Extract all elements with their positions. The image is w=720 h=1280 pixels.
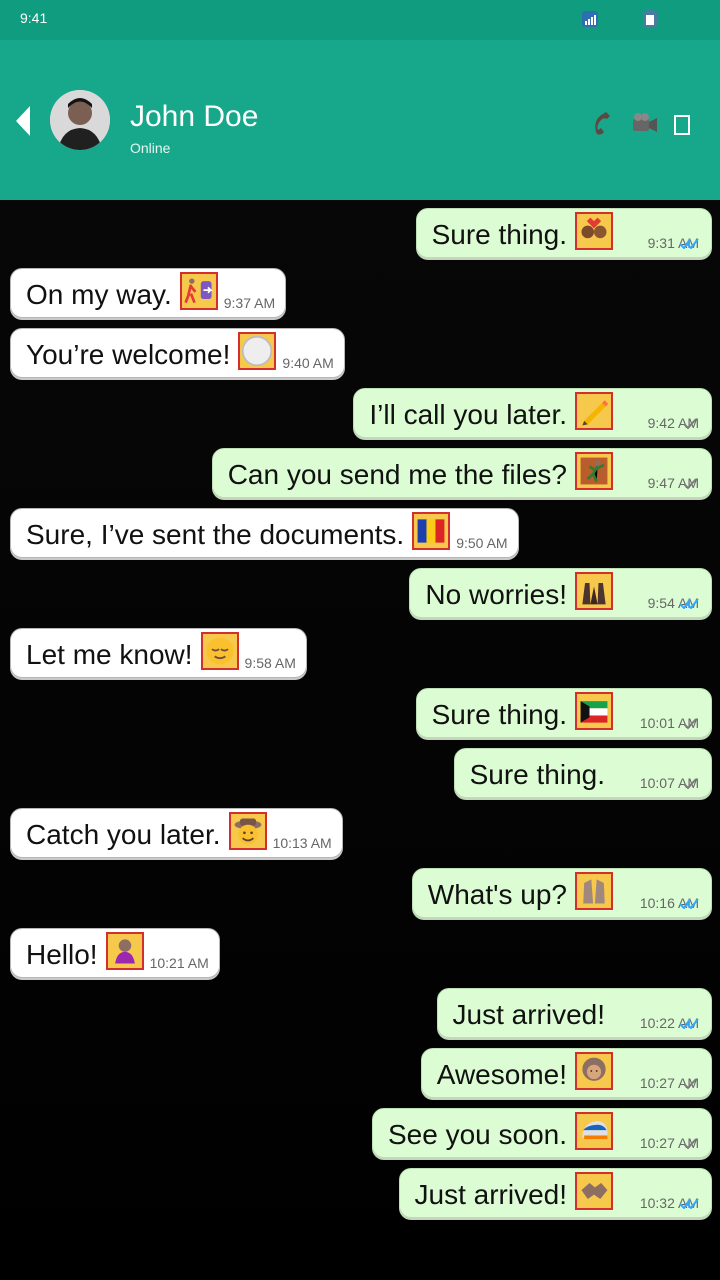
person-walking-right-emoji-icon xyxy=(179,272,218,310)
signal-icon xyxy=(582,11,598,27)
incoming-message: Hello! 10:21 AM xyxy=(10,928,220,978)
cowboy-face-emoji-icon xyxy=(234,818,261,845)
message-text: Awesome! xyxy=(436,1059,567,1090)
message-text: Hello! xyxy=(26,939,98,970)
person-walking-right-emoji-icon xyxy=(184,278,213,304)
message-text: Just arrived! xyxy=(452,999,606,1030)
message-text: No worries! xyxy=(425,579,567,610)
message-time: 9:50 AM xyxy=(456,535,508,551)
message-text: Can you send me the files? xyxy=(227,459,567,490)
outgoing-message: No worries! 9:54 AM xyxy=(409,568,712,618)
battery-icon xyxy=(643,9,657,27)
outgoing-message: What's up? 10:16 AM xyxy=(411,868,712,918)
message-time: 9:40 AM xyxy=(282,355,334,371)
handshake-emoji-icon xyxy=(575,1172,613,1210)
outgoing-message: Sure thing. 9:31 AM xyxy=(415,208,712,258)
back-arrow-icon[interactable] xyxy=(12,104,36,138)
palms-up-together-emoji-icon xyxy=(575,572,613,610)
menu-icon[interactable] xyxy=(672,110,702,140)
contact-status: Online xyxy=(130,140,171,156)
flag-kuwait-emoji-icon xyxy=(575,692,613,730)
outgoing-message: Awesome! 10:27 AM xyxy=(420,1048,712,1098)
flag-romania-emoji-icon xyxy=(417,519,445,543)
person-climbing-emoji-icon xyxy=(575,452,613,490)
incoming-message: On my way. 9:37 AM xyxy=(10,268,287,318)
raised-hands-emoji-icon xyxy=(583,879,605,904)
raised-hands-emoji-icon xyxy=(575,872,613,910)
woman-emoji-icon xyxy=(582,1057,606,1081)
message-text: Sure thing. xyxy=(431,699,567,730)
outgoing-message: Just arrived! 10:32 AM xyxy=(398,1168,712,1218)
outgoing-message: Sure thing. 10:01 AM xyxy=(415,688,712,738)
message-text: Just arrived! xyxy=(414,1179,568,1210)
flag-romania-emoji-icon xyxy=(412,512,451,550)
message-text: Catch you later. xyxy=(26,819,221,850)
message-text: On my way. xyxy=(26,279,172,310)
read-receipt-icon xyxy=(679,1018,699,1029)
pencil-emoji-icon xyxy=(582,400,609,426)
sent-tick-icon xyxy=(683,778,697,789)
person-bowing-emoji-icon xyxy=(105,932,144,970)
sent-tick-icon xyxy=(683,478,697,489)
message-time: 9:58 AM xyxy=(244,655,296,671)
message-time: 10:21 AM xyxy=(149,955,209,971)
flag-kuwait-emoji-icon xyxy=(580,701,608,723)
outgoing-message: See you soon. 10:27 AM xyxy=(371,1108,712,1158)
palms-up-together-emoji-icon xyxy=(582,582,606,605)
contact-name[interactable]: John Doe xyxy=(130,100,258,134)
message-text: Let me know! xyxy=(26,639,193,670)
read-receipt-icon xyxy=(679,238,699,249)
outgoing-message: Can you send me the files? 9:47 AM xyxy=(211,448,712,498)
sent-tick-icon xyxy=(683,1138,697,1149)
message-text: See you soon. xyxy=(387,1119,567,1150)
outgoing-message: Sure thing. 10:07 AM xyxy=(453,748,712,798)
pencil-emoji-icon xyxy=(575,392,613,430)
high-speed-train-emoji-icon xyxy=(582,1121,608,1140)
message-text: Sure thing. xyxy=(469,759,605,790)
relieved-face-emoji-icon xyxy=(200,632,239,670)
message-text: Sure, I’ve sent the documents. xyxy=(26,519,405,550)
white-circle-emoji-icon xyxy=(238,332,277,370)
read-receipt-icon xyxy=(679,598,699,609)
high-speed-train-emoji-icon xyxy=(575,1112,613,1150)
message-text: What's up? xyxy=(427,879,567,910)
white-circle-emoji-icon xyxy=(242,335,273,367)
woman-emoji-icon xyxy=(575,1052,613,1090)
incoming-message: Let me know! 9:58 AM xyxy=(10,628,307,678)
video-camera-icon[interactable] xyxy=(630,110,660,140)
couple-with-heart-emoji-icon xyxy=(581,217,607,239)
avatar[interactable] xyxy=(50,90,110,150)
read-receipt-icon xyxy=(679,1198,699,1209)
avatar-image xyxy=(50,90,110,150)
incoming-message: Catch you later. 10:13 AM xyxy=(10,808,343,858)
message-time: 10:13 AM xyxy=(272,835,332,851)
person-bowing-emoji-icon xyxy=(114,939,135,964)
message-text: You’re welcome! xyxy=(26,339,231,370)
sent-tick-icon xyxy=(683,418,697,429)
outgoing-message: I’ll call you later. 9:42 AM xyxy=(353,388,712,438)
phone-icon[interactable] xyxy=(590,110,620,140)
sent-tick-icon xyxy=(683,718,697,729)
chat-header: John Doe Online xyxy=(0,40,720,200)
sent-tick-icon xyxy=(683,1078,697,1089)
cowboy-face-emoji-icon xyxy=(228,812,267,850)
message-time: 9:37 AM xyxy=(223,295,276,311)
status-bar: 9:41 xyxy=(0,0,720,40)
couple-with-heart-emoji-icon xyxy=(575,212,613,250)
outgoing-message: Just arrived! 10:22 AM xyxy=(436,988,712,1038)
read-receipt-icon xyxy=(679,898,699,909)
handshake-emoji-icon xyxy=(581,1182,608,1200)
incoming-message: You’re welcome! 9:40 AM xyxy=(10,328,345,378)
incoming-message: Sure, I’ve sent the documents. 9:50 AM xyxy=(10,508,519,558)
status-time: 9:41 xyxy=(20,10,48,26)
message-text: I’ll call you later. xyxy=(369,399,567,430)
chat-area: Sure thing. 9:31 AM On my way. 9:37 AM You’r… xyxy=(0,200,720,1280)
person-climbing-emoji-icon xyxy=(580,457,608,485)
message-text: Sure thing. xyxy=(431,219,567,250)
relieved-face-emoji-icon xyxy=(206,637,233,665)
